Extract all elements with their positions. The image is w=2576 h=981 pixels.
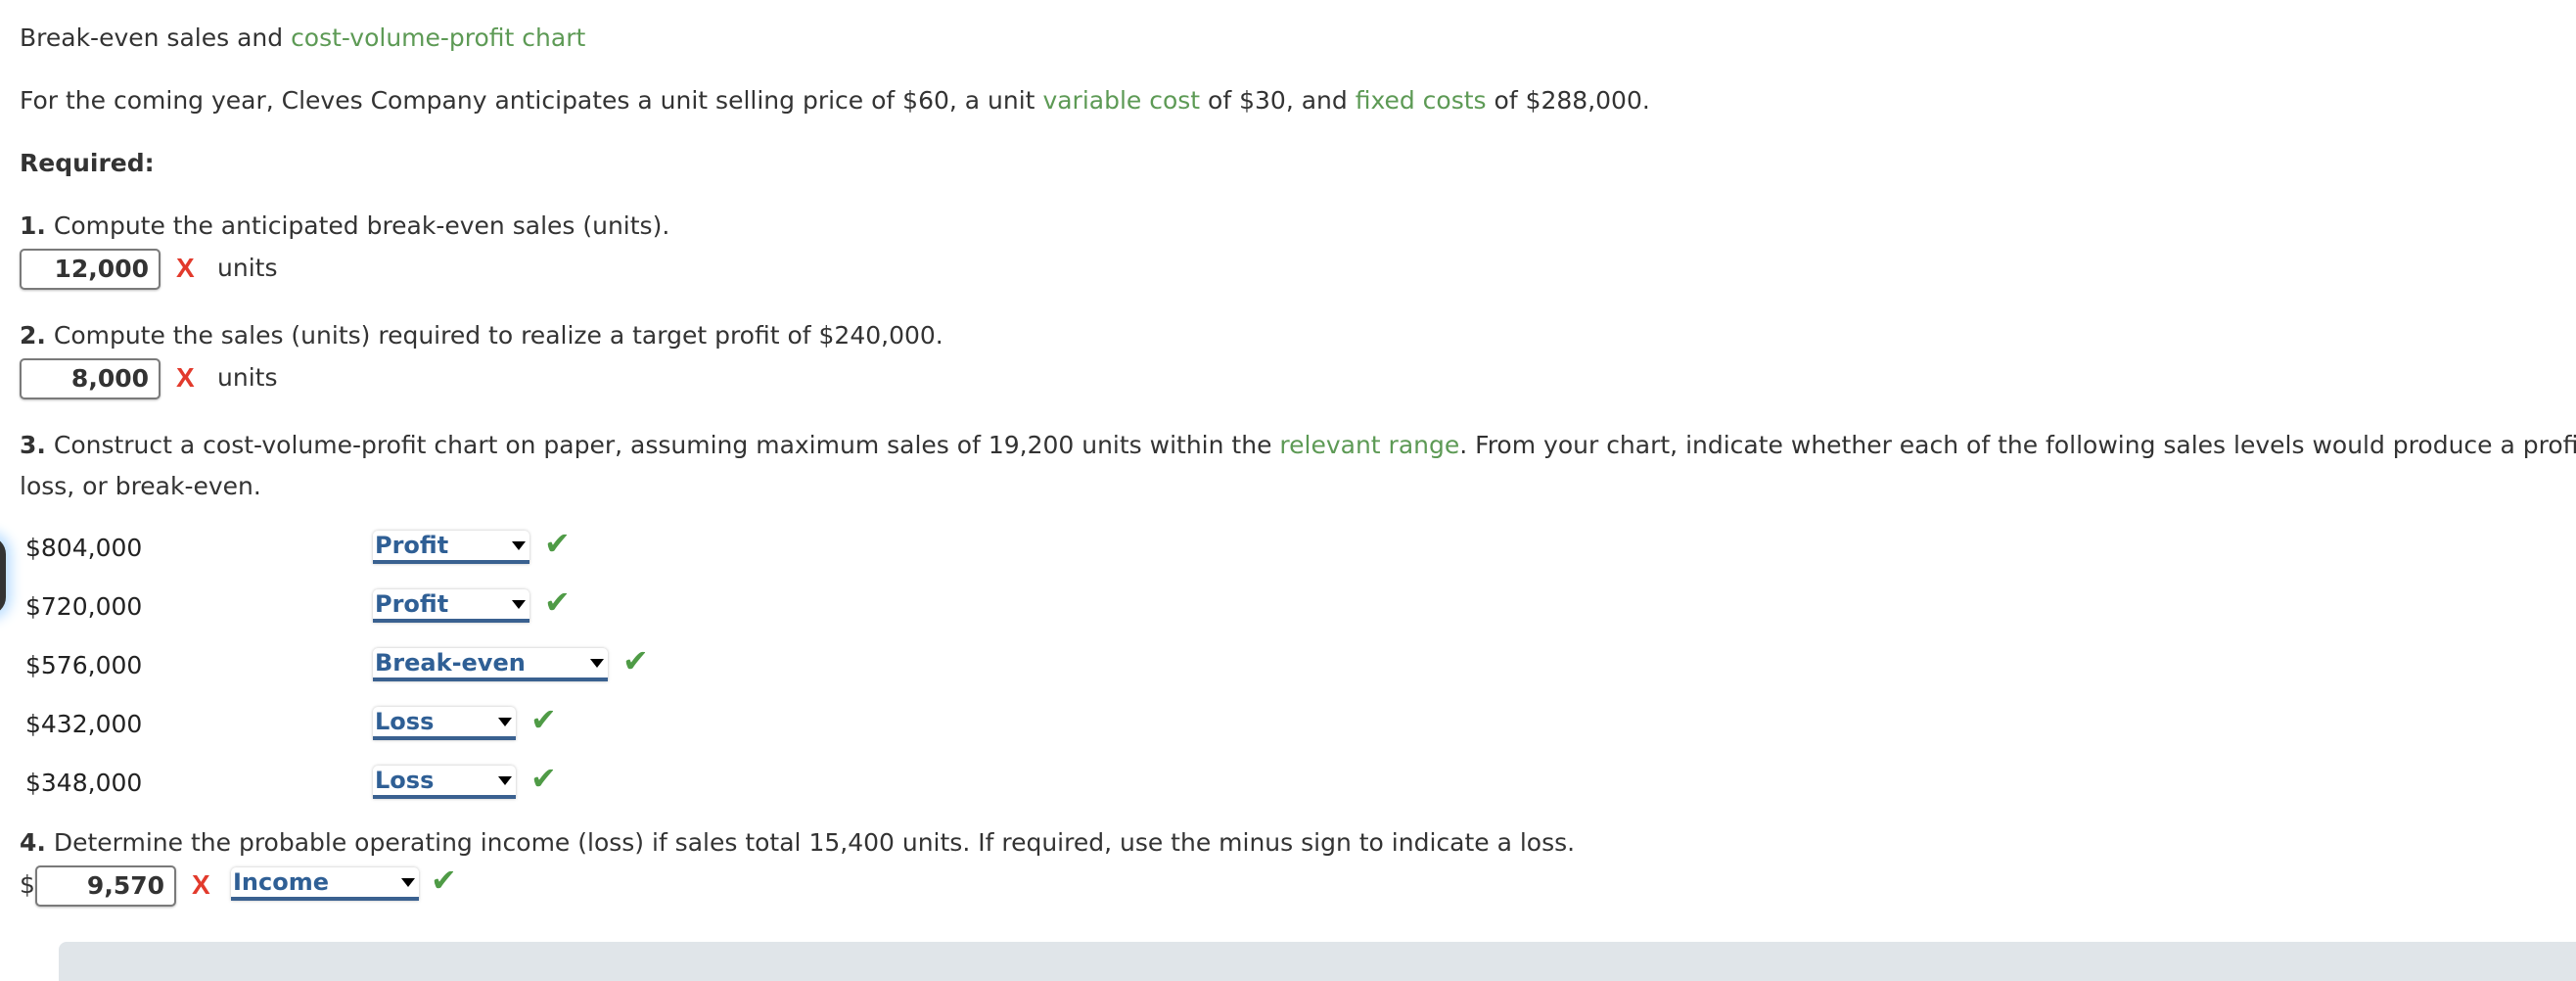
correct-check-icon: ✔	[544, 525, 571, 562]
incorrect-x-icon: X	[192, 869, 210, 900]
sales-amount: $348,000	[25, 769, 143, 797]
sales-amount: $804,000	[25, 534, 143, 562]
dropdown-caret-icon	[498, 718, 512, 726]
question-4: 4. Determine the probable operating inco…	[20, 828, 1576, 857]
correct-check-icon: ✔	[431, 862, 457, 899]
breakeven-units-input[interactable]: 12,000	[20, 249, 161, 290]
dropdown-caret-icon	[498, 776, 512, 785]
incorrect-x-icon: X	[176, 253, 195, 283]
incorrect-x-icon: X	[176, 362, 195, 393]
result-select[interactable]: Profit	[373, 531, 529, 564]
result-select[interactable]: Break-even	[373, 648, 608, 681]
question-number: 3.	[20, 431, 46, 459]
correct-check-icon: ✔	[530, 760, 557, 797]
problem-statement: For the coming year, Cleves Company anti…	[20, 86, 1650, 115]
question-number: 2.	[20, 321, 46, 350]
sales-amount: $720,000	[25, 592, 143, 621]
result-select[interactable]: Loss	[373, 707, 516, 740]
glossary-link-fixed-costs[interactable]: fixed costs	[1356, 86, 1487, 115]
result-select[interactable]: Loss	[373, 766, 516, 799]
glossary-link-relevant-range[interactable]: relevant range	[1279, 431, 1459, 459]
question-number: 1.	[20, 211, 46, 240]
correct-check-icon: ✔	[530, 701, 557, 738]
glossary-link-variable-cost[interactable]: variable cost	[1042, 86, 1200, 115]
question-number: 4.	[20, 828, 46, 857]
focus-indicator	[0, 537, 6, 615]
currency-symbol: $	[20, 870, 35, 899]
question-1: 1. Compute the anticipated break-even sa…	[20, 211, 670, 240]
result-select[interactable]: Profit	[373, 589, 529, 623]
dropdown-caret-icon	[512, 541, 526, 550]
question-3: 3. Construct a cost-volume-profit chart …	[20, 431, 2576, 459]
dropdown-caret-icon	[512, 600, 526, 609]
feedback-panel	[59, 942, 2576, 981]
page-title: Break-even sales and cost-volume-profit …	[20, 23, 586, 52]
question-2: 2. Compute the sales (units) required to…	[20, 321, 943, 350]
target-profit-units-input[interactable]: 8,000	[20, 358, 161, 399]
required-heading: Required:	[20, 149, 155, 177]
dropdown-caret-icon	[590, 659, 604, 668]
correct-check-icon: ✔	[622, 642, 649, 679]
correct-check-icon: ✔	[544, 584, 571, 621]
unit-label: units	[217, 254, 278, 282]
sales-amount: $432,000	[25, 710, 143, 738]
glossary-link-cvp-chart[interactable]: cost-volume-profit chart	[291, 23, 585, 52]
sales-amount: $576,000	[25, 651, 143, 679]
unit-label: units	[217, 363, 278, 392]
income-loss-select[interactable]: Income	[231, 867, 419, 901]
dropdown-caret-icon	[401, 878, 415, 887]
question-3-continued: loss, or break-even.	[20, 472, 261, 500]
operating-income-input[interactable]: 9,570	[35, 865, 176, 907]
